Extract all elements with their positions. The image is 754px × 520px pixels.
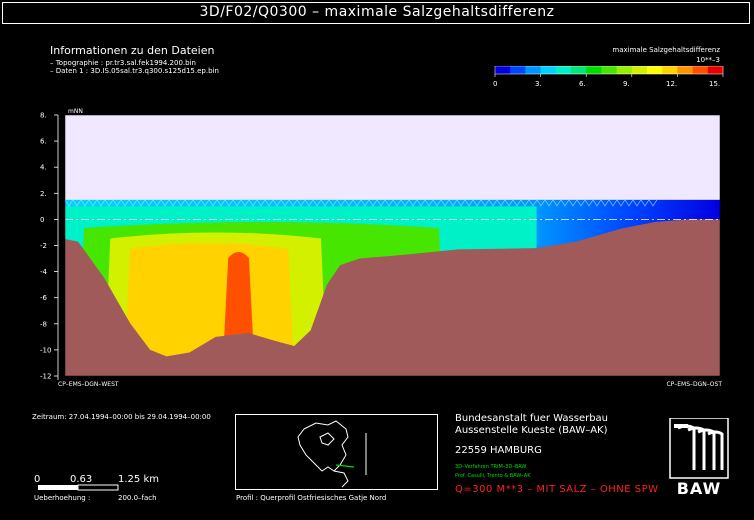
y-tick-label: 2. — [40, 190, 47, 198]
model-note-1: 3D–Verfahren TRIM–3D–BAW — [455, 464, 527, 470]
y-tick-label: -4 — [40, 268, 48, 276]
baw-logo-text: BAW — [676, 479, 722, 498]
location-map-outline — [297, 420, 367, 488]
section-plot: 8. 6. 4. 2. 0 -2 -4 -6 -8 -10 -12 — [40, 112, 721, 381]
exaggeration-label: Ueberhoehung : — [34, 494, 91, 502]
profile-label: Profil : Querprofil Ostfriesisches Gatje… — [236, 494, 387, 502]
visualization-page: 3D/F02/Q0300 – maximale Salzgehaltsdiffe… — [0, 0, 754, 520]
institution-name: Bundesanstalt fuer Wasserbau — [455, 413, 609, 424]
y-tick-label: 6. — [40, 138, 47, 146]
model-note-2: Prof. Casulli, Trento & BAW–AK — [455, 473, 531, 479]
scale-label-1: 0.63 — [70, 474, 93, 485]
time-period: Zeitraum: 27.04.1994–00:00 bis 29.04.199… — [32, 413, 211, 421]
y-tick-label: -8 — [40, 320, 47, 328]
y-tick-label: 8. — [40, 112, 47, 120]
institution-city: 22559 HAMBURG — [455, 445, 542, 456]
exaggeration-value: 200.0–fach — [118, 494, 157, 502]
y-tick-label: -6 — [40, 294, 48, 302]
x-axis-start-label: CP–EMS–DGN–WEST — [58, 381, 119, 388]
location-map — [235, 414, 438, 490]
y-tick-label: 4. — [40, 164, 47, 172]
y-tick-label: -10 — [40, 346, 51, 354]
y-tick-label: -2 — [40, 242, 47, 250]
y-tick-label: -12 — [40, 373, 51, 381]
scale-label-2: 1.25 km — [118, 474, 159, 485]
institution-branch: Aussenstelle Kueste (BAW–AK) — [455, 425, 608, 436]
y-tick-label: 0 — [40, 216, 44, 224]
x-axis-end-label: CP–EMS–DGN–OST — [666, 381, 722, 388]
scale-bar — [38, 484, 119, 491]
y-axis-unit: mNN — [68, 108, 83, 115]
scale-label-0: 0 — [34, 474, 41, 485]
scenario-note: Q=300 M**3 – MIT SALZ – OHNE SPW — [455, 484, 659, 495]
